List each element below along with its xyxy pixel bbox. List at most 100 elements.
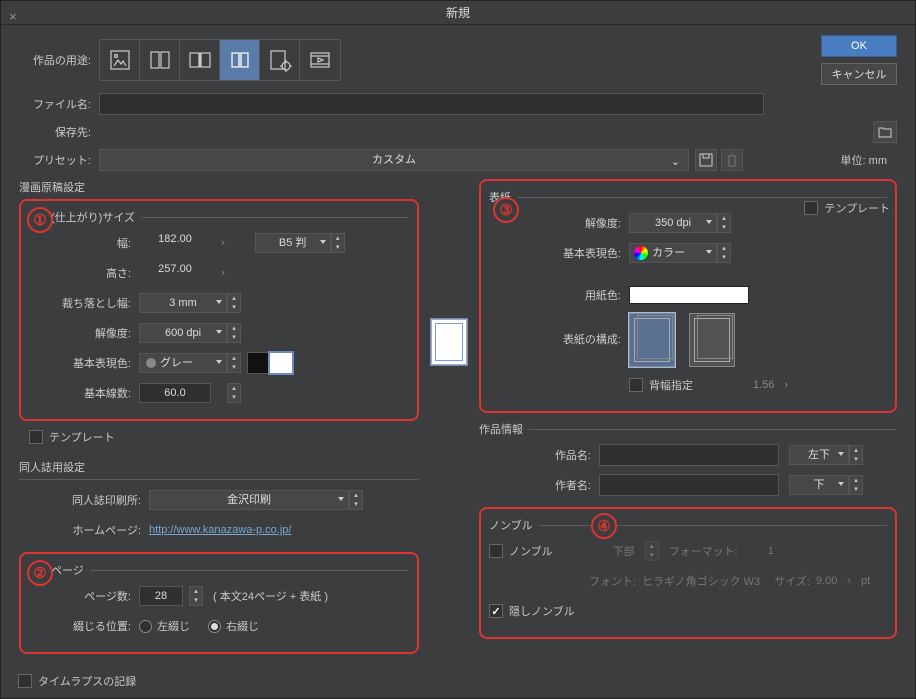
author-pos-spinner[interactable] (849, 475, 863, 495)
author-input[interactable] (599, 474, 779, 496)
height-value: 257.00 (139, 263, 211, 283)
doujin-section-title: 同人誌用設定 (19, 459, 419, 475)
nombre-fmt-label: フォーマット: (669, 543, 738, 559)
res-dropdown[interactable]: 600 dpi (139, 323, 227, 343)
printer-spinner[interactable] (349, 490, 363, 510)
bind-left-radio[interactable] (139, 620, 152, 633)
cover-struct-option-2[interactable] (689, 313, 735, 367)
width-chevron-icon[interactable]: › (211, 237, 235, 249)
lines-spinner[interactable] (227, 383, 241, 403)
spine-label: 背幅指定 (649, 377, 693, 393)
unit-value: mm (869, 155, 887, 167)
lines-label: 基本線数: (29, 385, 139, 401)
workname-input[interactable] (599, 444, 779, 466)
ok-button[interactable]: OK (821, 35, 897, 57)
basecolor-spinner[interactable] (227, 353, 241, 373)
lines-input[interactable] (139, 383, 211, 403)
hidden-nombre-label: 隠しノンブル (509, 603, 575, 619)
purpose-spread-icon[interactable] (180, 40, 220, 80)
cover-template-checkbox[interactable] (804, 201, 818, 215)
cover-template-label: テンプレート (824, 200, 890, 216)
cover-res-spinner[interactable] (717, 213, 731, 233)
pagecount-label: ページ数: (29, 588, 139, 604)
pagecount-note: ( 本文24ページ + 表紙 ) (213, 588, 328, 604)
nombre-pos-value: 下部 (613, 543, 635, 559)
bleed-spinner[interactable] (227, 293, 241, 313)
pagecount-spinner[interactable] (189, 586, 203, 606)
cancel-button[interactable]: キャンセル (821, 63, 897, 85)
manga-template-label: テンプレート (49, 429, 115, 445)
work-section-title: 作品情報 (479, 421, 523, 437)
size-preset-spinner[interactable] (331, 233, 345, 253)
height-chevron-icon[interactable]: › (211, 267, 235, 279)
author-label: 作者名: (479, 477, 599, 493)
nombre-label: ノンブル (509, 543, 553, 559)
cover-color-label: 基本表現色: (489, 245, 629, 261)
color-swatch-selector[interactable] (247, 352, 293, 374)
nombre-section-title: ノンブル (489, 517, 533, 533)
annotation-3: ③ (493, 197, 519, 223)
homepage-link[interactable]: http://www.kanazawa-p.co.jp/ (149, 524, 291, 536)
cover-res-dropdown[interactable]: 350 dpi (629, 213, 717, 233)
workname-pos-dropdown[interactable]: 左下 (789, 445, 849, 465)
purpose-comic-icon[interactable] (140, 40, 180, 80)
width-value: 182.00 (139, 233, 211, 253)
bind-right-label: 右綴じ (226, 618, 259, 634)
unit-label: 単位: (841, 155, 866, 167)
cover-struct-label: 表紙の構成: (489, 313, 629, 347)
preset-label: プリセット: (19, 152, 99, 168)
paper-color-swatch[interactable] (629, 286, 749, 304)
nombre-size-label: サイズ: (774, 573, 810, 589)
res-label: 解像度: (29, 325, 139, 341)
purpose-illust-icon[interactable] (100, 40, 140, 80)
spine-chevron-icon[interactable]: › (774, 379, 798, 391)
manga-section-title: 漫画原稿設定 (19, 179, 419, 195)
purpose-book-icon[interactable] (220, 40, 260, 80)
spine-checkbox[interactable] (629, 378, 643, 392)
spine-value: 1.56 (753, 379, 774, 391)
purpose-animation-icon[interactable] (300, 40, 340, 80)
nombre-fmt-value: 1 (768, 545, 774, 557)
preset-delete-icon[interactable] (721, 149, 743, 171)
dialog-title: 新規 (446, 6, 470, 20)
purpose-settings-icon[interactable] (260, 40, 300, 80)
annotation-4: ④ (591, 513, 617, 539)
saveto-label: 保存先: (19, 124, 99, 140)
printer-dropdown[interactable]: 金沢印刷 (149, 490, 349, 510)
bind-label: 綴じる位置: (29, 618, 139, 634)
basecolor-dropdown[interactable]: グレー (139, 353, 227, 373)
cover-color-dropdown[interactable]: カラー (629, 243, 717, 263)
size-preset-dropdown[interactable]: B5 判 (255, 233, 331, 253)
bind-left-label: 左綴じ (157, 618, 190, 634)
cover-struct-option-1[interactable] (629, 313, 675, 367)
bind-right-radio[interactable] (208, 620, 221, 633)
pagecount-input[interactable] (139, 586, 183, 606)
nombre-checkbox[interactable] (489, 544, 503, 558)
timelapse-label: タイムラプスの記録 (38, 673, 136, 689)
workname-pos-spinner[interactable] (849, 445, 863, 465)
close-icon[interactable]: × (9, 5, 17, 29)
hidden-nombre-checkbox[interactable] (489, 604, 503, 618)
paper-color-label: 用紙色: (489, 287, 629, 303)
author-pos-dropdown[interactable]: 下 (789, 475, 849, 495)
nombre-size-value: 9.00 (816, 575, 837, 587)
timelapse-checkbox[interactable] (18, 674, 32, 688)
res-spinner[interactable] (227, 323, 241, 343)
purpose-icon-strip (99, 39, 341, 81)
nombre-size-chevron-icon: › (837, 575, 861, 587)
basecolor-label: 基本表現色: (29, 355, 139, 371)
filename-label: ファイル名: (19, 96, 99, 112)
homepage-label: ホームページ: (19, 522, 149, 538)
nombre-pt-label: pt (861, 575, 870, 587)
preset-save-icon[interactable] (695, 149, 717, 171)
filename-input[interactable] (99, 93, 764, 115)
preset-dropdown[interactable]: カスタム (99, 149, 689, 171)
cover-color-spinner[interactable] (717, 243, 731, 263)
nombre-pos-spinner (645, 541, 659, 561)
annotation-1: ① (27, 207, 53, 233)
nombre-font-label: フォント: (589, 573, 636, 589)
manga-template-checkbox[interactable] (29, 430, 43, 444)
annotation-2: ② (27, 560, 53, 586)
bleed-dropdown[interactable]: 3 mm (139, 293, 227, 313)
browse-folder-icon[interactable] (873, 121, 897, 143)
